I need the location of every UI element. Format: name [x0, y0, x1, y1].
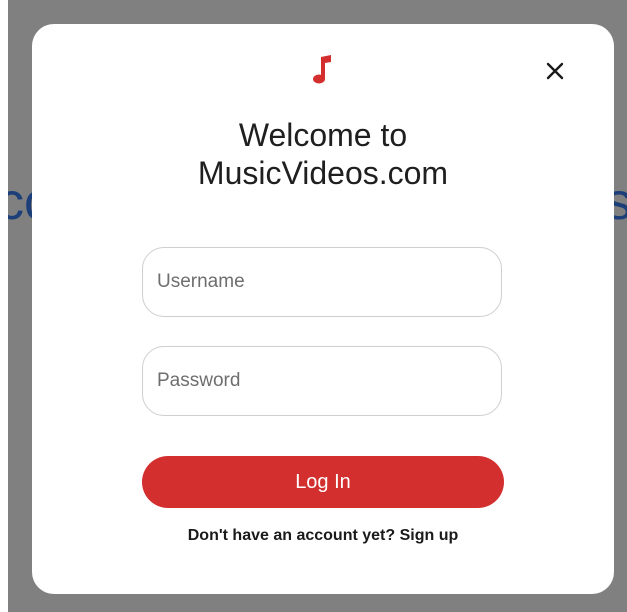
- username-input[interactable]: [142, 247, 502, 317]
- title-line-2: MusicVideos.com: [197, 155, 449, 191]
- signup-prompt: Don't have an account yet? Sign up: [32, 527, 614, 545]
- signup-prompt-text: Don't have an account yet?: [187, 527, 396, 544]
- password-input[interactable]: [142, 346, 502, 416]
- modal-title: Welcome to MusicVideos.com: [32, 116, 614, 192]
- close-icon: [546, 62, 564, 85]
- title-line-1: Welcome to: [238, 117, 408, 153]
- login-modal: Welcome to MusicVideos.com Log In Don't …: [32, 24, 614, 594]
- signup-link[interactable]: Sign up: [400, 527, 459, 544]
- close-button[interactable]: [540, 58, 570, 88]
- login-button[interactable]: Log In: [142, 456, 504, 508]
- music-note-icon: [312, 54, 334, 86]
